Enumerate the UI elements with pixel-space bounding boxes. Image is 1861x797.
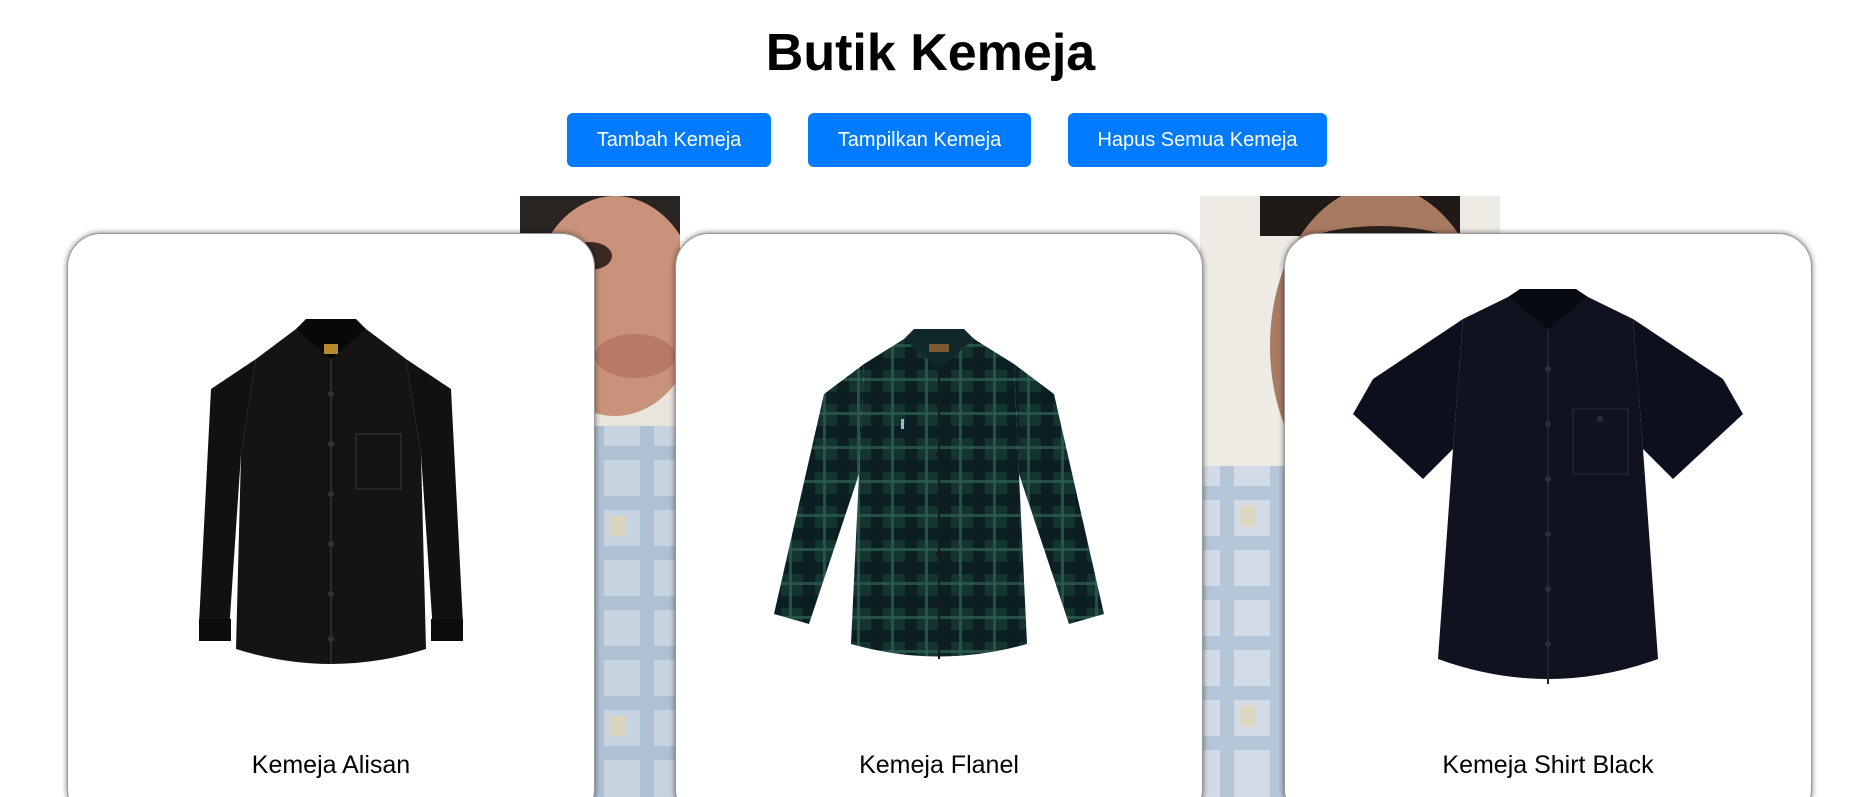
product-card: Kemeja Shirt Black (1284, 233, 1812, 797)
toolbar: Tambah Kemeja Tampilkan Kemeja Hapus Sem… (0, 113, 1861, 167)
page: Butik Kemeja Tambah Kemeja Tampilkan Kem… (0, 0, 1861, 797)
delete-all-shirts-button[interactable]: Hapus Semua Kemeja (1068, 113, 1327, 167)
page-title: Butik Kemeja (765, 24, 1096, 82)
show-shirts-button[interactable]: Tampilkan Kemeja (808, 113, 1031, 167)
product-image (68, 264, 594, 724)
product-image (1285, 264, 1811, 724)
product-card: Kemeja Alisan (67, 233, 595, 797)
add-shirt-button[interactable]: Tambah Kemeja (567, 113, 771, 167)
black-long-sleeve-shirt-image (199, 319, 463, 664)
product-name: Kemeja Flanel (859, 751, 1019, 779)
black-short-sleeve-shirt-image (1353, 289, 1743, 684)
green-plaid-flannel-shirt-image (774, 329, 1104, 659)
product-name: Kemeja Alisan (251, 751, 411, 779)
product-card: Kemeja Flanel (675, 233, 1203, 797)
product-name: Kemeja Shirt Black (1442, 751, 1654, 779)
product-image (676, 264, 1202, 724)
